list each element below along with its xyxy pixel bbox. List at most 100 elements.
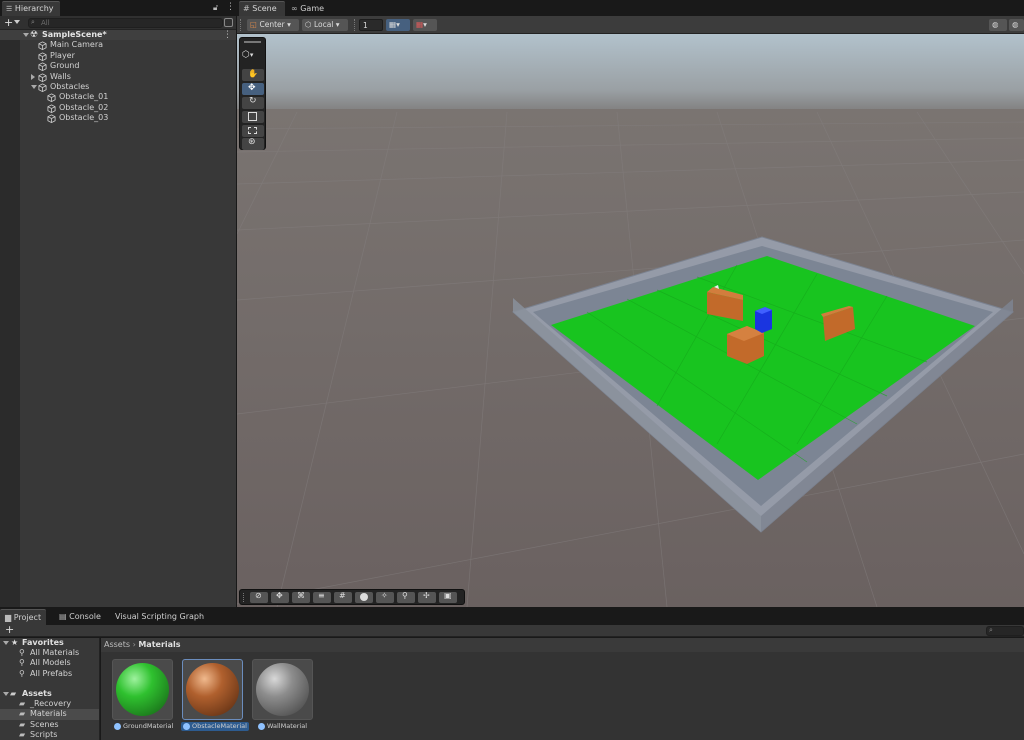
tree-row-walls[interactable]: Walls [20, 72, 236, 82]
pivot-space-dropdown[interactable]: ⬡ Local ▾ [302, 19, 348, 31]
breadcrumb-materials[interactable]: Materials [138, 640, 180, 649]
hierarchy-search-input[interactable]: ⌕ All [28, 18, 223, 28]
tree-item-all-models[interactable]: ⚲ All Models [0, 658, 99, 668]
more-options-icon[interactable]: ⋮ [226, 2, 235, 12]
hierarchy-gutter [0, 30, 20, 607]
pivot-tool-button[interactable]: ✢ [418, 591, 436, 603]
view-tool-dropdown[interactable]: ⬡▾ [242, 50, 264, 63]
magnifier-icon: ⚲ [402, 591, 408, 600]
move-tool-button[interactable]: ✥ [242, 83, 264, 95]
scale-tool-button[interactable] [242, 111, 264, 123]
grid-tool-button[interactable]: # [334, 591, 352, 603]
scene-search-icon[interactable] [224, 18, 233, 27]
search-placeholder: All [41, 19, 50, 27]
tab-visual-scripting-graph[interactable]: Visual Scripting Graph [110, 609, 209, 625]
tree-item-assets[interactable]: ▰ Assets [0, 689, 99, 699]
foldout-expanded-icon[interactable] [23, 33, 29, 37]
star-icon: ★ [11, 638, 19, 647]
snap-move-button[interactable]: ✥ [271, 591, 289, 603]
gameobject-cube-icon [38, 83, 47, 92]
foldout-expanded-icon[interactable] [3, 692, 9, 696]
foldout-expanded-icon[interactable] [3, 641, 9, 645]
tree-item-scenes[interactable]: ▰ Scenes [0, 720, 99, 730]
more-options-icon[interactable]: ⋮ [223, 30, 232, 40]
tree-item-all-prefabs[interactable]: ⚲ All Prefabs [0, 669, 99, 679]
align-tool-button[interactable]: ⌘ [292, 591, 310, 603]
chevron-down-icon: ▾ [423, 20, 427, 29]
scale-icon [248, 112, 257, 121]
light-tool-button[interactable]: ✧ [376, 591, 394, 603]
zoom-tool-button[interactable]: ⚲ [397, 591, 415, 603]
asset-name: ObstacleMaterial [192, 722, 247, 730]
distribute-tool-button[interactable]: ≡ [313, 591, 331, 603]
asset-obstacle-material-label[interactable]: ObstacleMaterial [181, 722, 249, 731]
asset-wall-material[interactable] [252, 659, 313, 720]
tree-item-scripts[interactable]: ▰ Scripts [0, 730, 99, 740]
globe-icon: ◍ [992, 20, 999, 29]
hand-tool-button[interactable]: ✋ [242, 69, 264, 81]
snap-increment-button[interactable]: ▦▾ [413, 19, 437, 31]
transform-tool-button[interactable]: ⊛ [242, 137, 264, 150]
gameobject-cube-icon [47, 114, 56, 124]
tree-row-label: Obstacle_01 [59, 92, 109, 102]
global-view-button[interactable]: ◍ [989, 19, 1007, 31]
drag-handle-icon[interactable] [244, 41, 261, 43]
tree-item-materials[interactable]: ▰ Materials [0, 709, 99, 720]
asset-wall-material-label[interactable]: WallMaterial [256, 722, 309, 731]
tab-game[interactable]: ∞ Game [291, 2, 324, 16]
rect-tool-button[interactable] [242, 125, 264, 137]
material-icon [114, 723, 121, 730]
foldout-expanded-icon[interactable] [31, 85, 37, 89]
add-dropdown-icon[interactable] [14, 20, 20, 24]
tab-hierarchy[interactable]: ☰ Hierarchy [2, 1, 60, 16]
sphere-tool-button[interactable] [355, 592, 373, 603]
tree-row-samplescene[interactable]: ☢ SampleScene* ⋮ [0, 30, 236, 41]
asset-obstacle-material[interactable] [182, 659, 243, 720]
project-search-input[interactable]: ⌕ [986, 626, 1024, 636]
tree-row-obstacle-02[interactable]: Obstacle_02 [20, 103, 236, 113]
add-asset-button[interactable]: + [5, 623, 14, 636]
tree-row-player[interactable]: Player [20, 51, 236, 61]
tree-item-label: Scenes [30, 719, 59, 729]
asset-ground-material[interactable] [112, 659, 173, 720]
tree-row-ground[interactable]: Ground [20, 61, 236, 72]
scene-viewport[interactable]: ⬡▾ ✋ ✥ ↻ ⊛ ⊘ ✥ ⌘ ≡ # ✧ ⚲ ✢ ▣ [237, 34, 1024, 607]
orientation-tool-button[interactable]: ⊘ [250, 591, 268, 603]
camera-tool-button[interactable]: ▣ [439, 591, 457, 603]
folder-icon: ▆ [5, 613, 12, 622]
add-button[interactable]: + [4, 16, 13, 29]
grid-snap-value-input[interactable]: 1 [359, 19, 383, 31]
view-options-button[interactable]: ◍ [1009, 19, 1024, 31]
hand-icon: ✋ [248, 69, 258, 78]
chevron-down-icon: ▾ [287, 20, 291, 29]
tab-console[interactable]: ▤ Console [54, 609, 106, 625]
gamepad-icon: ∞ [291, 4, 298, 13]
console-icon: ▤ [59, 612, 67, 621]
tree-row-obstacle-03[interactable]: Obstacle_03 [20, 113, 236, 124]
scene-render[interactable] [237, 34, 1024, 607]
breadcrumb-assets[interactable]: Assets [104, 640, 130, 649]
light-icon: ✧ [381, 591, 388, 600]
distribute-icon: ≡ [318, 591, 325, 600]
foldout-collapsed-icon[interactable] [31, 73, 35, 80]
pivot-center-icon: ◱ [250, 20, 258, 29]
tree-row-obstacle-01[interactable]: Obstacle_01 [20, 92, 236, 103]
tree-item-recovery[interactable]: ▰ _Recovery [0, 699, 99, 709]
tree-row-label: Walls [50, 71, 71, 81]
material-preview-sphere [116, 663, 169, 716]
drag-handle-icon[interactable] [240, 19, 242, 31]
tab-scene-label: Scene [252, 4, 277, 13]
rotate-icon: ↻ [249, 96, 257, 106]
drag-handle-icon[interactable] [243, 593, 245, 602]
tree-item-all-materials[interactable]: ⚲ All Materials [0, 648, 99, 658]
rotate-tool-button[interactable]: ↻ [242, 96, 264, 109]
lock-icon[interactable]: 🔓︎ [213, 3, 218, 13]
tab-scene[interactable]: # Scene [239, 1, 285, 16]
tree-row-main-camera[interactable]: Main Camera [20, 40, 236, 51]
asset-ground-material-label[interactable]: GroundMaterial [112, 722, 175, 731]
tab-project-label: Project [13, 613, 42, 622]
pivot-mode-dropdown[interactable]: ◱ Center ▾ [247, 19, 299, 31]
grid-toggle-button[interactable]: ▦▾ [386, 19, 410, 31]
tree-item-favorites[interactable]: ★ Favorites [0, 638, 99, 648]
tree-row-obstacles[interactable]: Obstacles [20, 82, 236, 92]
